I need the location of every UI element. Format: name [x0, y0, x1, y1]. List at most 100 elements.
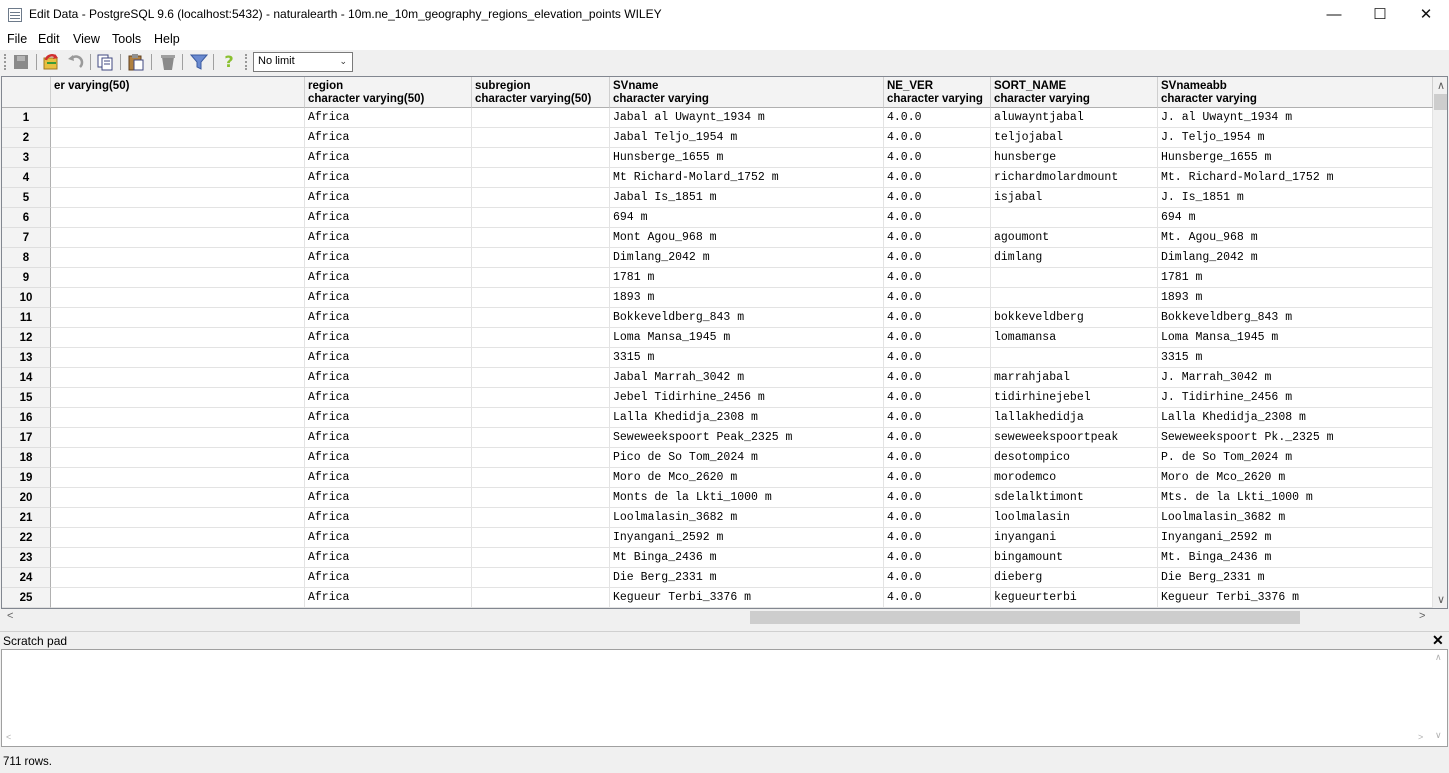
- table-cell[interactable]: Jabal Marrah_3042 m: [610, 368, 884, 388]
- table-cell[interactable]: Africa: [305, 128, 472, 148]
- table-cell[interactable]: Die Berg_2331 m: [610, 568, 884, 588]
- table-cell[interactable]: [472, 368, 610, 388]
- table-cell[interactable]: [472, 328, 610, 348]
- table-cell[interactable]: Africa: [305, 188, 472, 208]
- copy-icon[interactable]: [96, 53, 114, 71]
- table-cell[interactable]: Moro de Mco_2620 m: [610, 468, 884, 488]
- table-cell[interactable]: 4.0.0: [884, 348, 991, 368]
- table-cell[interactable]: 4.0.0: [884, 468, 991, 488]
- grid-corner-header[interactable]: [2, 77, 51, 108]
- paste-icon[interactable]: [127, 53, 145, 71]
- table-cell[interactable]: Bokkeveldberg_843 m: [1158, 308, 1433, 328]
- table-cell[interactable]: 1893 m: [610, 288, 884, 308]
- table-cell[interactable]: Africa: [305, 168, 472, 188]
- table-cell[interactable]: [472, 108, 610, 128]
- table-cell[interactable]: [472, 388, 610, 408]
- table-cell[interactable]: [51, 448, 305, 468]
- row-header[interactable]: 18: [2, 448, 51, 468]
- table-cell[interactable]: 1781 m: [1158, 268, 1433, 288]
- table-cell[interactable]: Jabal Is_1851 m: [610, 188, 884, 208]
- table-cell[interactable]: tidirhinejebel: [991, 388, 1158, 408]
- refresh-icon[interactable]: [42, 53, 60, 71]
- table-cell[interactable]: Lalla Khedidja_2308 m: [1158, 408, 1433, 428]
- table-cell[interactable]: seweweekspoortpeak: [991, 428, 1158, 448]
- table-cell[interactable]: richardmolardmount: [991, 168, 1158, 188]
- table-cell[interactable]: Loolmalasin_3682 m: [1158, 508, 1433, 528]
- table-cell[interactable]: 4.0.0: [884, 528, 991, 548]
- table-cell[interactable]: [51, 368, 305, 388]
- table-cell[interactable]: Africa: [305, 508, 472, 528]
- table-cell[interactable]: kegueurterbi: [991, 588, 1158, 608]
- row-limit-select[interactable]: No limit ⌄: [253, 52, 353, 72]
- close-button[interactable]: ✕: [1403, 0, 1449, 30]
- table-cell[interactable]: Mt. Agou_968 m: [1158, 228, 1433, 248]
- scroll-left-icon[interactable]: <: [7, 610, 13, 622]
- row-header[interactable]: 19: [2, 468, 51, 488]
- minimize-button[interactable]: —: [1311, 0, 1357, 30]
- table-cell[interactable]: Monts de la Lkti_1000 m: [610, 488, 884, 508]
- filter-icon[interactable]: [190, 53, 208, 71]
- toolbar-grip[interactable]: [245, 54, 247, 70]
- table-cell[interactable]: 1893 m: [1158, 288, 1433, 308]
- row-header[interactable]: 4: [2, 168, 51, 188]
- table-cell[interactable]: 4.0.0: [884, 448, 991, 468]
- table-cell[interactable]: [991, 268, 1158, 288]
- table-cell[interactable]: [51, 188, 305, 208]
- row-header[interactable]: 21: [2, 508, 51, 528]
- scroll-down-icon[interactable]: ∨: [1435, 730, 1442, 741]
- table-cell[interactable]: Lalla Khedidja_2308 m: [610, 408, 884, 428]
- table-cell[interactable]: [472, 188, 610, 208]
- table-cell[interactable]: J. Is_1851 m: [1158, 188, 1433, 208]
- table-cell[interactable]: Mt Binga_2436 m: [610, 548, 884, 568]
- table-cell[interactable]: 4.0.0: [884, 308, 991, 328]
- table-cell[interactable]: Inyangani_2592 m: [610, 528, 884, 548]
- table-cell[interactable]: dieberg: [991, 568, 1158, 588]
- table-cell[interactable]: [991, 208, 1158, 228]
- delete-icon[interactable]: [159, 53, 177, 71]
- table-cell[interactable]: Africa: [305, 108, 472, 128]
- table-cell[interactable]: [51, 168, 305, 188]
- table-cell[interactable]: hunsberge: [991, 148, 1158, 168]
- table-cell[interactable]: 4.0.0: [884, 588, 991, 608]
- table-cell[interactable]: Dimlang_2042 m: [610, 248, 884, 268]
- table-cell[interactable]: Mont Agou_968 m: [610, 228, 884, 248]
- table-cell[interactable]: [472, 408, 610, 428]
- scroll-right-icon[interactable]: >: [1418, 732, 1423, 742]
- row-header[interactable]: 22: [2, 528, 51, 548]
- table-cell[interactable]: [51, 528, 305, 548]
- row-header[interactable]: 14: [2, 368, 51, 388]
- save-icon[interactable]: [12, 53, 30, 71]
- table-cell[interactable]: 694 m: [1158, 208, 1433, 228]
- table-cell[interactable]: 4.0.0: [884, 148, 991, 168]
- menu-edit[interactable]: Edit: [38, 32, 60, 46]
- table-cell[interactable]: Inyangani_2592 m: [1158, 528, 1433, 548]
- table-cell[interactable]: marrahjabal: [991, 368, 1158, 388]
- table-cell[interactable]: aluwayntjabal: [991, 108, 1158, 128]
- table-cell[interactable]: [472, 268, 610, 288]
- table-cell[interactable]: Pico de So Tom_2024 m: [610, 448, 884, 468]
- table-cell[interactable]: 4.0.0: [884, 268, 991, 288]
- table-cell[interactable]: [51, 568, 305, 588]
- table-cell[interactable]: J. Tidirhine_2456 m: [1158, 388, 1433, 408]
- table-cell[interactable]: bingamount: [991, 548, 1158, 568]
- table-cell[interactable]: [51, 208, 305, 228]
- table-cell[interactable]: [472, 488, 610, 508]
- column-header-sort-name[interactable]: SORT_NAME character varying: [991, 77, 1158, 108]
- table-cell[interactable]: Africa: [305, 208, 472, 228]
- table-cell[interactable]: bokkeveldberg: [991, 308, 1158, 328]
- table-cell[interactable]: [51, 148, 305, 168]
- table-cell[interactable]: dimlang: [991, 248, 1158, 268]
- table-cell[interactable]: Africa: [305, 528, 472, 548]
- maximize-button[interactable]: ☐: [1357, 0, 1403, 30]
- table-cell[interactable]: [472, 308, 610, 328]
- table-cell[interactable]: Loma Mansa_1945 m: [610, 328, 884, 348]
- table-cell[interactable]: Hunsberge_1655 m: [610, 148, 884, 168]
- table-cell[interactable]: [472, 148, 610, 168]
- table-cell[interactable]: Jabal al Uwaynt_1934 m: [610, 108, 884, 128]
- menu-tools[interactable]: Tools: [112, 32, 141, 46]
- table-cell[interactable]: [51, 548, 305, 568]
- table-cell[interactable]: 4.0.0: [884, 368, 991, 388]
- table-cell[interactable]: [51, 248, 305, 268]
- data-grid[interactable]: er varying(50) region character varying(…: [1, 76, 1448, 609]
- row-header[interactable]: 1: [2, 108, 51, 128]
